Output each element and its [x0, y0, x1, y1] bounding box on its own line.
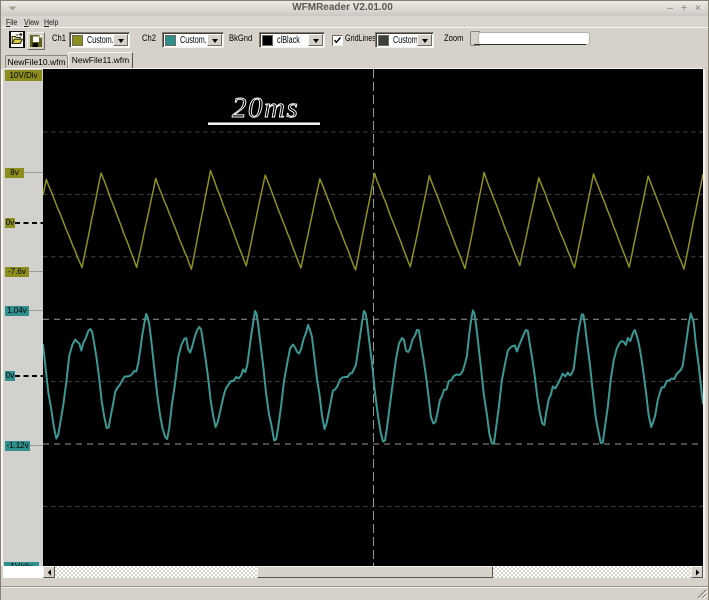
- svg-text:20ms: 20ms: [232, 92, 299, 124]
